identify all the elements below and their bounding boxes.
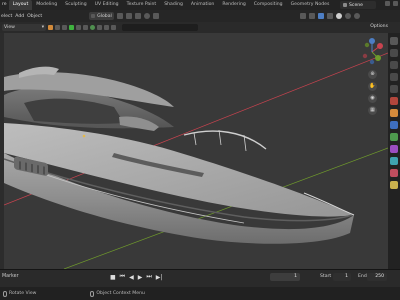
jump-end-icon[interactable]: ▶| xyxy=(156,274,163,281)
snap-target-icon[interactable] xyxy=(134,13,141,19)
tab-modeling[interactable]: Modeling xyxy=(32,0,61,10)
view-dropdown[interactable]: View ▾ xyxy=(2,24,46,31)
marker-menu[interactable]: Marker xyxy=(2,274,19,279)
options-dropdown[interactable]: Options xyxy=(370,24,388,29)
mesh-filter-icon[interactable] xyxy=(83,25,88,30)
data-properties-icon[interactable] xyxy=(390,157,398,165)
camera-filter-icon[interactable] xyxy=(62,25,67,30)
add-menu[interactable]: Add xyxy=(15,14,24,19)
collection-filter-icon[interactable] xyxy=(97,25,102,30)
jump-keyframe-forward-icon[interactable]: ⏭ xyxy=(146,273,151,281)
material-filter-icon[interactable] xyxy=(104,25,109,30)
close-icon[interactable] xyxy=(393,1,398,6)
proportional-edit-icon[interactable] xyxy=(143,13,150,19)
bow-rail xyxy=(183,130,267,150)
output-properties-icon[interactable] xyxy=(390,61,398,69)
tab-layout[interactable]: Layout xyxy=(8,0,33,10)
start-label: Start xyxy=(320,274,332,279)
axis-gizmo[interactable] xyxy=(358,36,386,66)
object-properties-icon[interactable] xyxy=(390,109,398,117)
tab-compositing[interactable]: Compositing xyxy=(250,0,287,10)
3d-viewport[interactable] xyxy=(4,33,388,269)
camera-view-icon[interactable]: ◉ xyxy=(368,94,377,103)
status-hint-left: Rotate View xyxy=(3,290,37,297)
timeline-header: Marker ■ ⏮ ◀ ▶ ⏭ ▶| 1 Start 1 End 250 xyxy=(0,269,400,287)
visibility-icon[interactable] xyxy=(299,13,306,19)
object-filter-icon[interactable] xyxy=(76,25,81,30)
mouse-middle-icon xyxy=(3,290,7,297)
transform-orientation-dropdown[interactable]: Global xyxy=(89,12,114,20)
tool-properties-icon[interactable] xyxy=(390,37,398,45)
world-filter-icon[interactable] xyxy=(90,25,95,30)
view-menu-label: View xyxy=(4,25,15,30)
properties-tab-strip xyxy=(388,33,400,269)
tab-sculpting[interactable]: Sculpting xyxy=(61,0,90,10)
select-mode-icon[interactable] xyxy=(48,25,53,30)
tab-shading[interactable]: Shading xyxy=(160,0,187,10)
playback-controls: ■ ⏮ ◀ ▶ ⏭ ▶| xyxy=(110,273,162,281)
orientation-icon xyxy=(91,14,96,18)
search-input[interactable] xyxy=(122,24,198,31)
rotate-view-hint: Rotate View xyxy=(9,291,37,296)
light-filter-icon[interactable] xyxy=(69,25,74,30)
start-frame-field[interactable]: 1 xyxy=(333,273,351,281)
boat-model-render xyxy=(4,52,388,269)
status-hint-right: Object Context Menu xyxy=(90,290,145,297)
copy-icon[interactable] xyxy=(385,1,390,6)
navigation-gizmo[interactable]: ⊕ ✋ ◉ ▦ xyxy=(358,36,386,120)
top-menu-bar: re Layout Modeling Sculpting UV Editing … xyxy=(0,0,400,10)
scene-properties-icon[interactable] xyxy=(390,85,398,93)
tab-rendering[interactable]: Rendering xyxy=(218,0,249,10)
app-menu-fragment[interactable]: re xyxy=(0,0,9,10)
overlay-icon[interactable] xyxy=(308,13,315,19)
tab-animation[interactable]: Animation xyxy=(187,0,218,10)
viewport-subheader: View ▾ Options xyxy=(0,22,400,33)
rendered-shading-icon[interactable] xyxy=(353,13,360,19)
falloff-icon[interactable] xyxy=(152,13,159,19)
select-menu[interactable]: elect xyxy=(1,14,12,19)
current-frame-field[interactable]: 1 xyxy=(270,273,300,281)
chevron-down-icon: ▾ xyxy=(41,25,44,30)
orientation-value: Global xyxy=(97,13,112,19)
gizmo-toggle-icon[interactable] xyxy=(317,13,324,19)
object-origin xyxy=(82,134,86,138)
scene-icon xyxy=(343,3,347,7)
world-properties-icon[interactable] xyxy=(390,97,398,105)
mouse-right-icon xyxy=(90,290,95,297)
end-label: End xyxy=(358,274,367,279)
solid-shading-icon[interactable] xyxy=(335,13,342,19)
zoom-icon[interactable]: ⊕ xyxy=(368,70,377,79)
blender-window: re Layout Modeling Sculpting UV Editing … xyxy=(0,0,400,300)
material-shading-icon[interactable] xyxy=(344,13,351,19)
tab-uv-editing[interactable]: UV Editing xyxy=(91,0,123,10)
modifier-properties-icon[interactable] xyxy=(390,121,398,129)
view-layer-icon[interactable] xyxy=(390,73,398,81)
scene-actions xyxy=(385,1,398,6)
physics-properties-icon[interactable] xyxy=(390,133,398,141)
context-menu-hint: Object Context Menu xyxy=(96,291,145,296)
extra-filter-icon[interactable] xyxy=(111,25,116,30)
play-reverse-icon[interactable]: ◀ xyxy=(129,274,134,281)
pan-hand-icon[interactable]: ✋ xyxy=(368,82,377,91)
snap-icon[interactable] xyxy=(125,13,132,19)
pivot-icon[interactable] xyxy=(116,13,123,19)
constraint-properties-icon[interactable] xyxy=(390,145,398,153)
tab-texture-paint[interactable]: Texture Paint xyxy=(123,0,161,10)
tab-geometry-nodes[interactable]: Geometry Nodes xyxy=(287,0,334,10)
render-properties-icon[interactable] xyxy=(390,49,398,57)
texture-properties-icon[interactable] xyxy=(390,181,398,189)
jump-start-icon[interactable]: ■ xyxy=(110,274,116,281)
perspective-grid-icon[interactable]: ▦ xyxy=(368,106,377,115)
scene-name: Scene xyxy=(349,2,364,8)
xray-icon[interactable] xyxy=(326,13,333,19)
editor-header: elect Add Object Global xyxy=(0,10,400,22)
object-menu[interactable]: Object xyxy=(27,14,42,19)
jump-keyframe-back-icon[interactable]: ⏮ xyxy=(120,273,125,281)
material-properties-icon[interactable] xyxy=(390,169,398,177)
status-bar: Rotate View Object Context Menu xyxy=(0,287,400,300)
end-frame-field[interactable]: 250 xyxy=(367,273,387,281)
scene-selector[interactable]: Scene xyxy=(340,1,376,9)
filter-icon[interactable] xyxy=(55,25,60,30)
play-icon[interactable]: ▶ xyxy=(138,274,143,281)
